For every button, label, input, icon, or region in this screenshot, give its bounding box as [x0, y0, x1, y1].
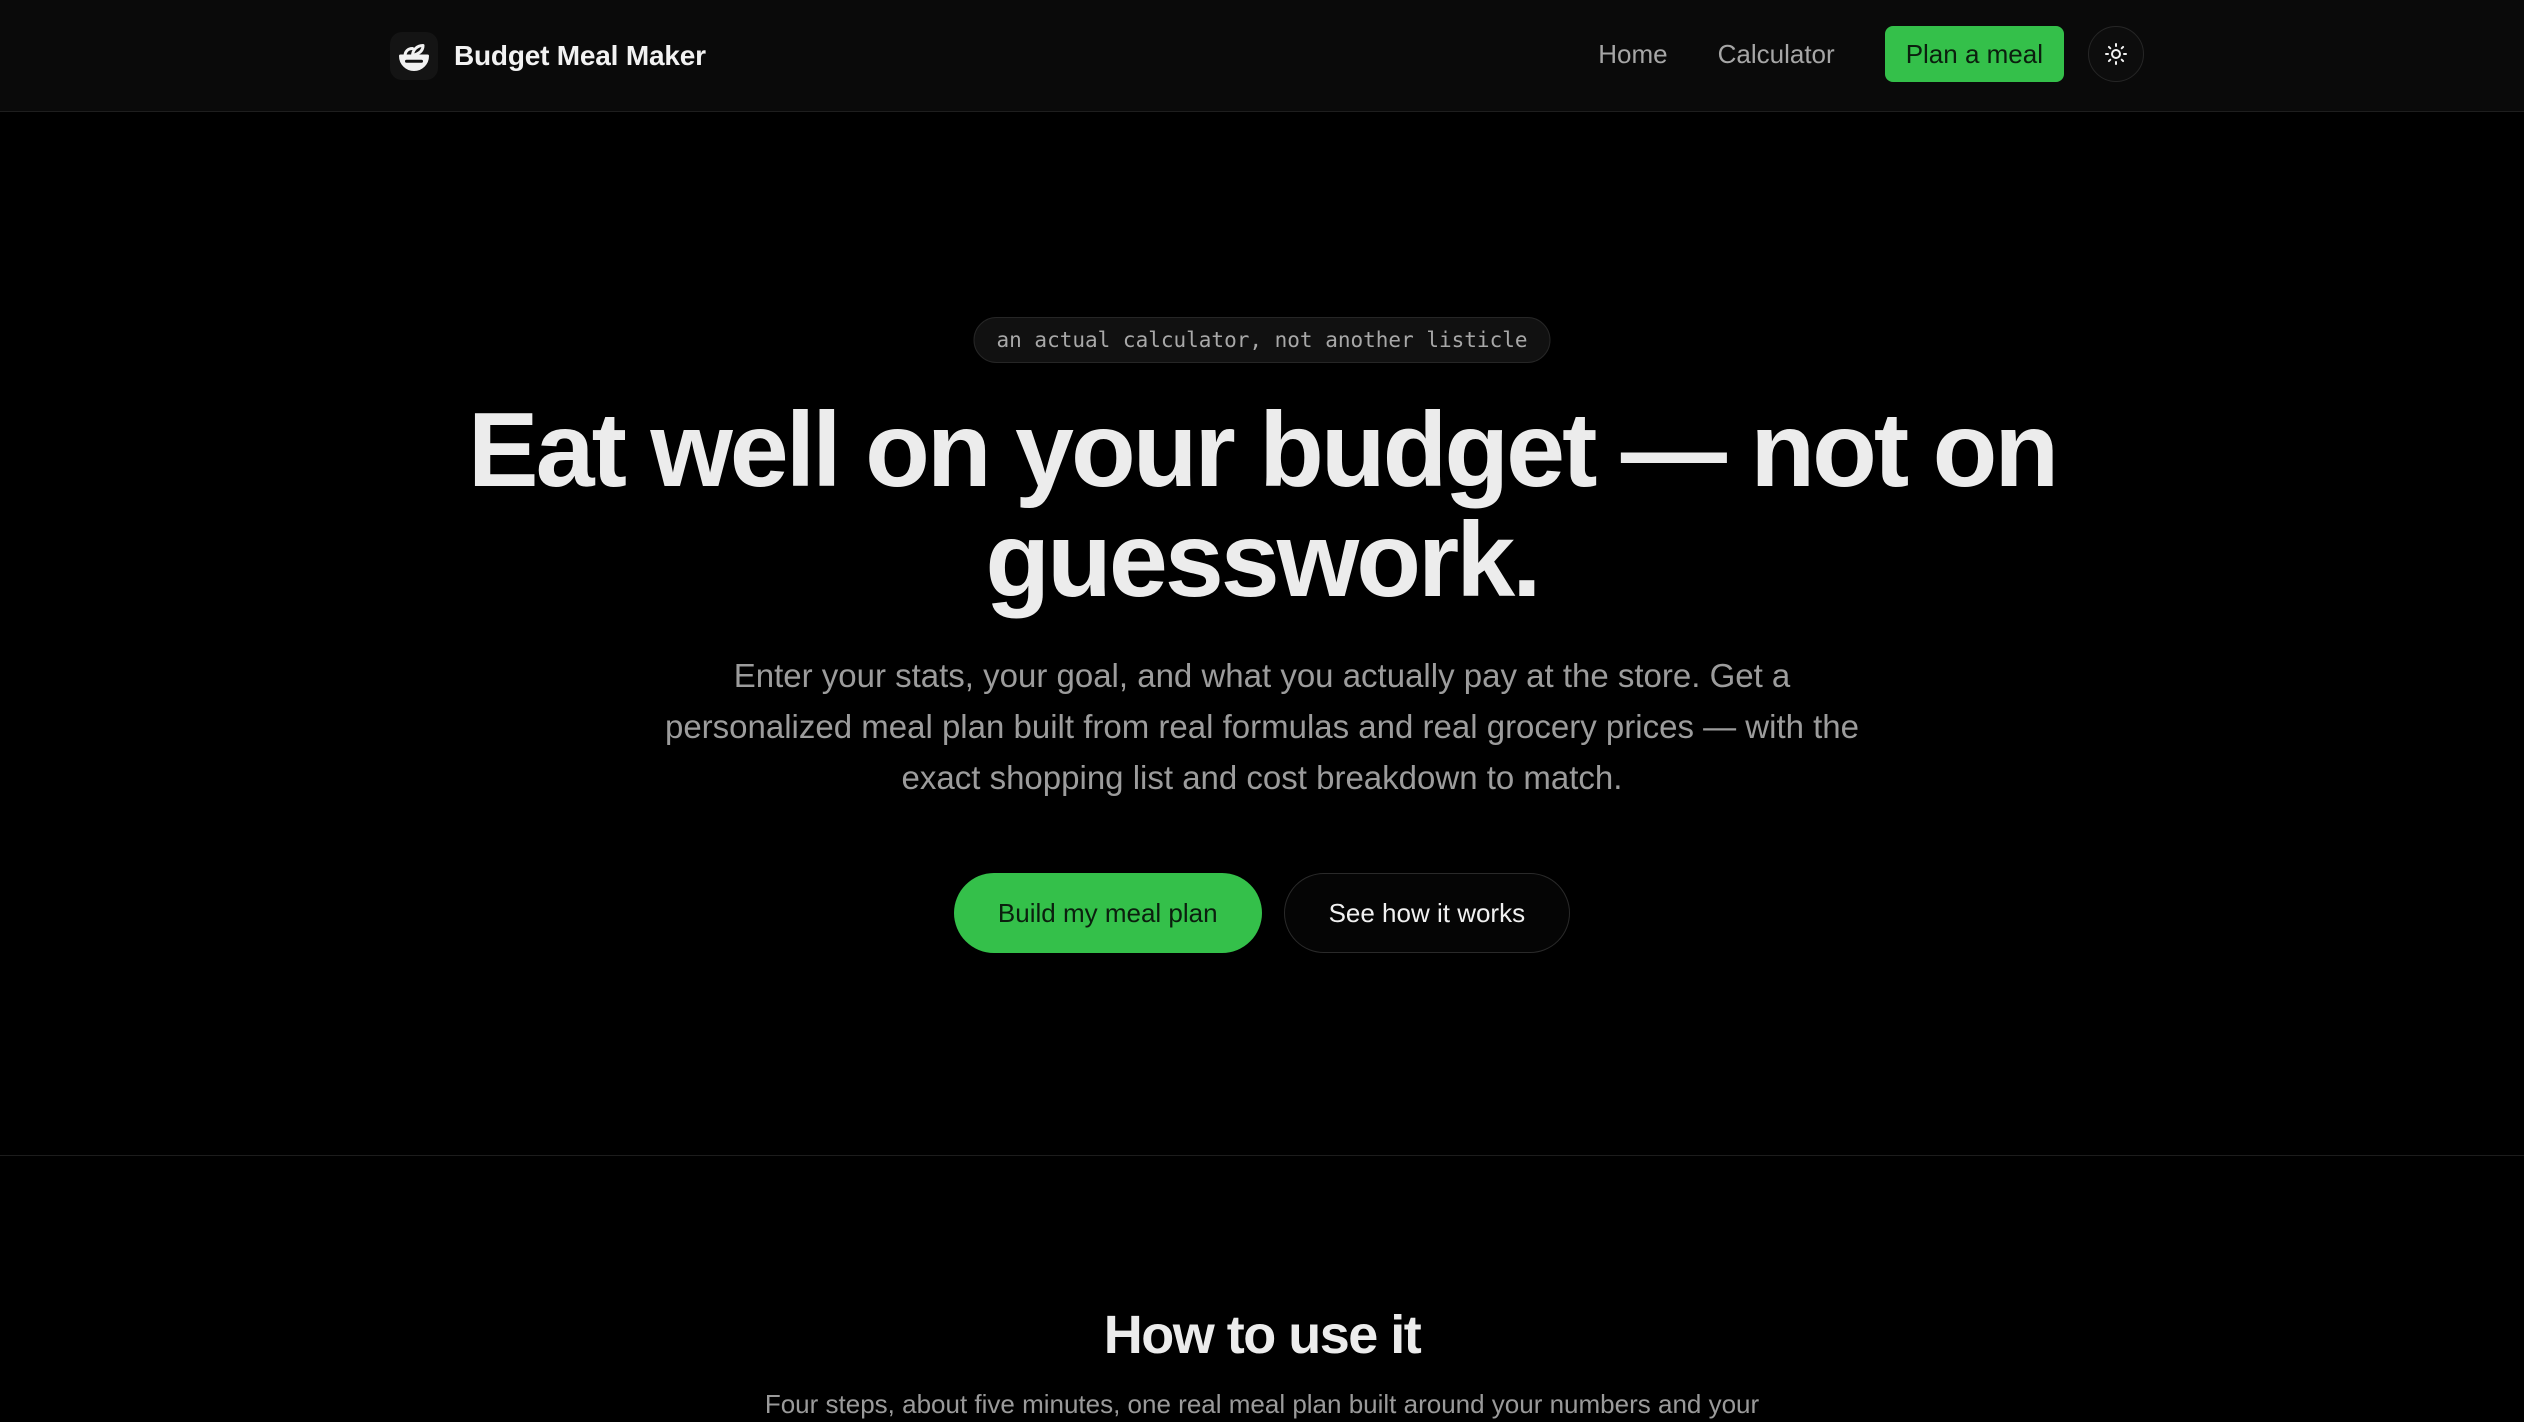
salad-bowl-icon	[390, 32, 438, 80]
hero-actions: Build my meal plan See how it works	[0, 873, 2524, 953]
how-to-subtitle: Four steps, about five minutes, one real…	[764, 1389, 1760, 1419]
hero-subtitle-line-2: personalized meal plan built from real f…	[664, 708, 1860, 745]
hero-title: Eat well on your budget — not on guesswo…	[0, 395, 2524, 615]
plan-a-meal-button[interactable]: Plan a meal	[1884, 26, 2064, 82]
build-meal-plan-button[interactable]: Build my meal plan	[953, 873, 1262, 953]
nav-home-link[interactable]: Home	[1598, 39, 1667, 70]
brand[interactable]: Budget Meal Maker	[390, 30, 706, 82]
brand-name: Budget Meal Maker	[454, 40, 706, 71]
sun-icon	[2104, 42, 2128, 66]
how-to-title: How to use it	[1103, 1305, 1422, 1365]
nav-calculator-link[interactable]: Calculator	[1718, 39, 1835, 70]
tagline-badge: an actual calculator, not another listic…	[973, 317, 1551, 363]
hero-title-line-2: guesswork.	[985, 501, 1541, 619]
hero-subtitle-line-3: exact shopping list and cost breakdown t…	[901, 759, 1623, 796]
hero-subtitle: Enter your stats, your goal, and what yo…	[0, 650, 2524, 803]
top-navigation-bar: Budget Meal Maker Home Calculator Plan a…	[0, 0, 2524, 112]
main-nav: Home Calculator Plan a meal	[1598, 25, 2144, 83]
hero-section: an actual calculator, not another listic…	[0, 112, 2524, 1156]
theme-toggle-button[interactable]	[2088, 26, 2144, 82]
hero-subtitle-line-1: Enter your stats, your goal, and what yo…	[733, 657, 1791, 694]
see-how-it-works-button[interactable]: See how it works	[1283, 873, 1571, 953]
hero-title-line-1: Eat well on your budget — not on	[467, 391, 2059, 509]
